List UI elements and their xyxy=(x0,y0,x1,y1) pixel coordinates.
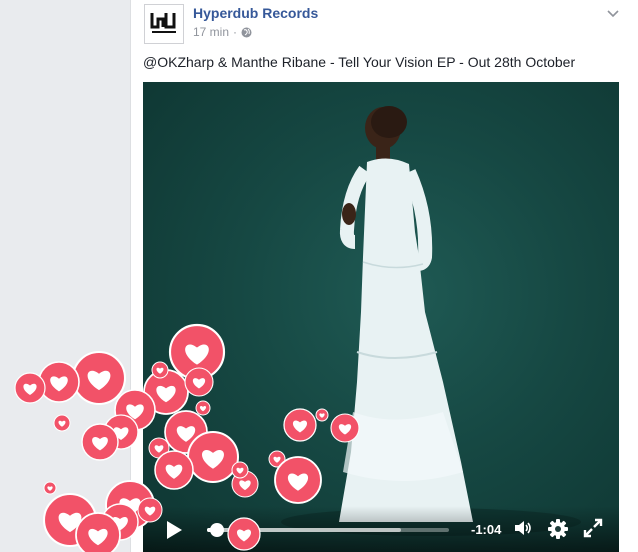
post-meta: 17 min · xyxy=(193,25,252,39)
page-name-link[interactable]: Hyperdub Records xyxy=(193,5,318,21)
progress-scrubber[interactable] xyxy=(209,523,224,537)
post-text: @OKZharp & Manthe Ribane - Tell Your Vis… xyxy=(143,54,576,70)
heart-icon xyxy=(43,481,57,495)
post-card: Hyperdub Records 17 min · @OKZharp & Man… xyxy=(130,0,638,552)
heart-icon xyxy=(81,423,119,461)
fullscreen-icon[interactable] xyxy=(583,518,603,538)
volume-icon[interactable] xyxy=(513,518,533,538)
heart-icon xyxy=(75,512,121,552)
hyperdub-logo xyxy=(150,13,176,33)
heart-icon xyxy=(53,414,71,432)
meta-separator: · xyxy=(233,25,238,39)
play-icon[interactable] xyxy=(165,520,183,540)
video-player[interactable]: -1:04 xyxy=(143,82,619,552)
heart-icon xyxy=(14,372,46,404)
progress-buffered xyxy=(207,528,401,532)
video-controls: -1:04 xyxy=(143,506,619,552)
chevron-down-icon[interactable] xyxy=(607,6,619,18)
heart-icon xyxy=(38,361,80,403)
video-frame xyxy=(281,106,581,536)
post-timestamp[interactable]: 17 min xyxy=(193,25,229,39)
page-avatar[interactable] xyxy=(144,4,184,44)
heart-icon xyxy=(71,350,127,406)
gear-icon[interactable] xyxy=(547,518,569,540)
progress-bar[interactable] xyxy=(207,523,449,537)
time-remaining: -1:04 xyxy=(471,522,502,537)
globe-icon[interactable] xyxy=(241,27,252,38)
heart-icon xyxy=(42,492,98,548)
